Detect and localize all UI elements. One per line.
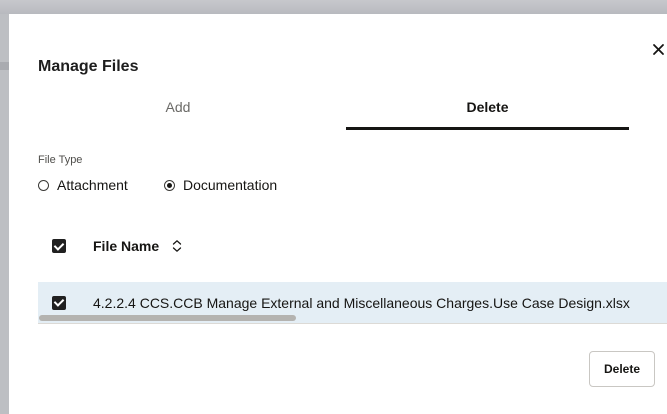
file-name-cell: 4.2.2.4 CCS.CCB Manage External and Misc… [93,294,630,311]
column-header-file-name[interactable]: File Name [93,238,159,254]
tab-selected-indicator [346,127,629,130]
radio-attachment[interactable]: Attachment [38,175,128,195]
select-all-checkbox[interactable] [52,239,66,253]
close-icon[interactable] [649,40,667,60]
row-checkbox[interactable] [52,295,66,310]
backdrop-left [0,14,9,414]
dialog-title: Manage Files [38,58,139,75]
table-header: File Name [38,235,183,257]
backdrop-edge-marker [0,62,9,70]
tab-delete[interactable]: Delete [346,96,629,130]
tab-add[interactable]: Add [9,96,347,130]
horizontal-scrollbar[interactable] [38,313,667,322]
radio-selected-icon [164,179,175,191]
row-divider [38,323,667,324]
manage-files-dialog: Manage Files Add Delete File Type Attach… [9,14,667,414]
radio-attachment-label: Attachment [57,177,128,193]
radio-documentation-label: Documentation [183,177,278,193]
radio-unselected-icon [38,179,49,191]
radio-documentation[interactable]: Documentation [164,175,277,195]
delete-button[interactable]: Delete [589,351,655,387]
backdrop-top [0,0,667,14]
file-type-label: File Type [38,154,83,166]
scrollbar-thumb[interactable] [39,315,296,321]
sort-icon[interactable] [171,239,183,253]
